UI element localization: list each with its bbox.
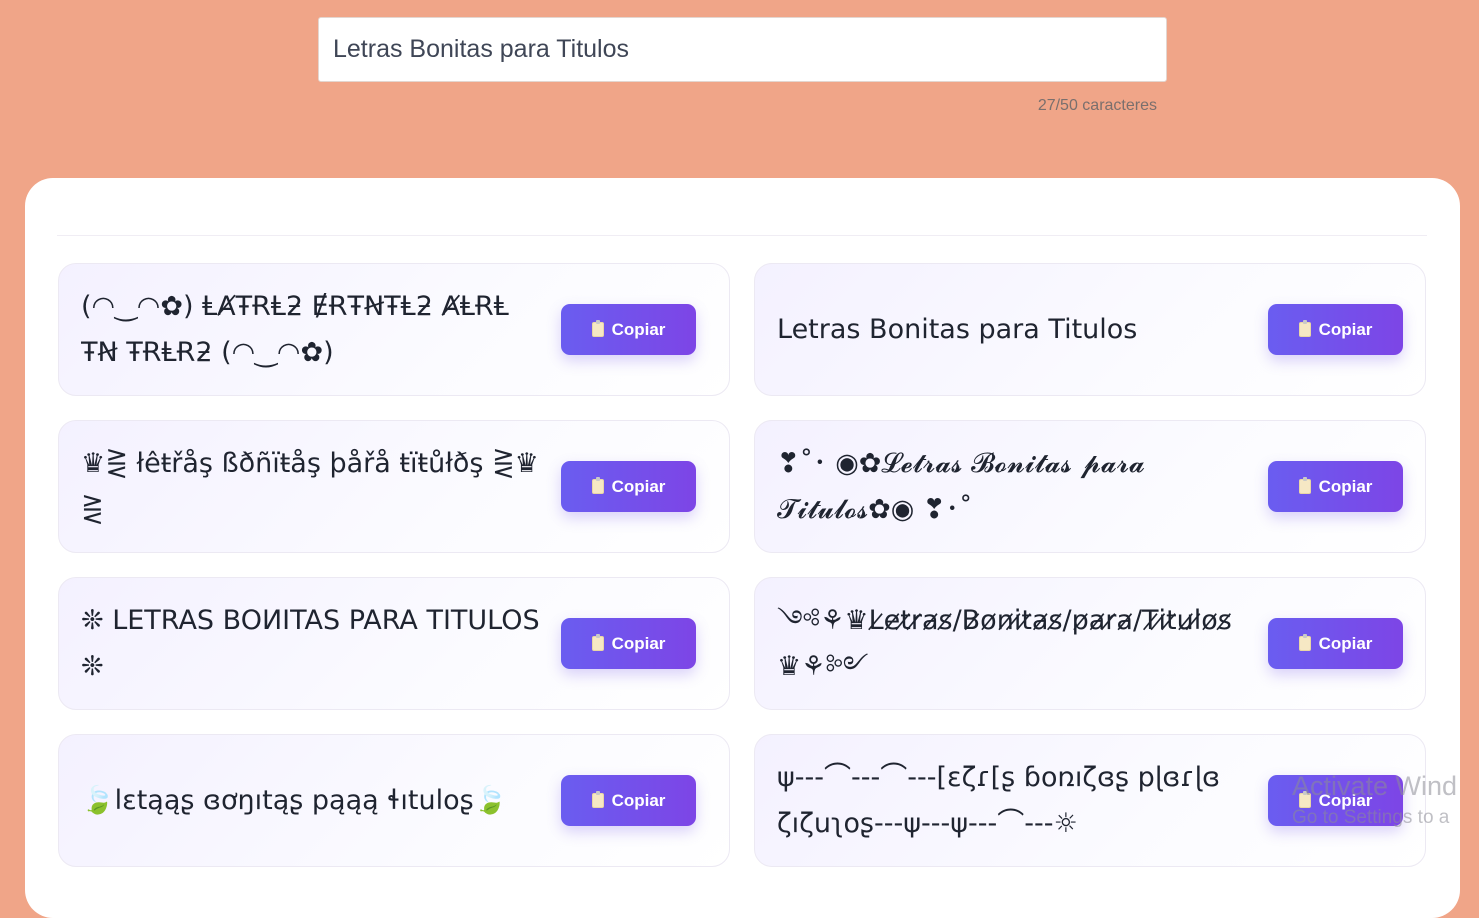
clipboard-icon (1298, 320, 1311, 337)
copy-button-label: Copiar (611, 319, 666, 339)
result-card: ❊ LETRAS BOИITAS PARA TITULOS ❊ Copiar (58, 577, 730, 710)
copy-button[interactable]: Copiar (561, 775, 696, 826)
panel-divider (57, 235, 1427, 236)
result-card: ❣˚･ ◉✿𝓛𝓮𝓽𝓻𝓪𝓼 𝓑𝓸𝓷𝓲𝓽𝓪𝓼 𝓹𝓪𝓻𝓪 𝓣𝓲𝓽𝓾𝓵𝓸𝓼✿◉ ❣･˚ … (754, 420, 1426, 553)
clipboard-icon (1298, 791, 1311, 808)
result-card: ψ---⌒---⌒---[ɛζɾ[ʂ ɓօռıζɞʂ pɭɞɾɭɞ ζıζuʅօ… (754, 734, 1426, 867)
result-card: Letras Bonitas para Titulos Copiar (754, 263, 1426, 396)
styled-text: ❣˚･ ◉✿𝓛𝓮𝓽𝓻𝓪𝓼 𝓑𝓸𝓷𝓲𝓽𝓪𝓼 𝓹𝓪𝓻𝓪 𝓣𝓲𝓽𝓾𝓵𝓸𝓼✿◉ ❣･˚ (777, 447, 1145, 525)
result-card: 🍃lɛtąąʂ ɞơŋıtąʂ pąąą ɬıtuloʂ🍃 Copiar (58, 734, 730, 867)
clipboard-icon (591, 320, 604, 337)
copy-button-label: Copiar (611, 790, 666, 810)
text-input-box[interactable] (318, 17, 1167, 82)
copy-button-label: Copiar (1318, 790, 1373, 810)
clipboard-icon (1298, 634, 1311, 651)
styled-text: ❊ LETRAS BOИITAS PARA TITULOS ❊ (81, 604, 540, 682)
styled-text: (◠‿◠✿) ⱠȺŦɌⱠƻ ɆɌŦꞤŦⱠƻ ȺⱠɌⱠ ŦꞤ ŦɌⱠɌƻ (◠‿◠… (81, 290, 509, 368)
title-text-input[interactable] (333, 18, 1166, 81)
clipboard-icon (1298, 477, 1311, 494)
clipboard-icon (591, 477, 604, 494)
copy-button[interactable]: Copiar (1268, 618, 1403, 669)
copy-button[interactable]: Copiar (561, 304, 696, 355)
copy-button-label: Copiar (1318, 476, 1373, 496)
copy-button-label: Copiar (1318, 633, 1373, 653)
copy-button[interactable]: Copiar (1268, 304, 1403, 355)
copy-button[interactable]: Copiar (561, 618, 696, 669)
clipboard-icon (591, 634, 604, 651)
copy-button-label: Copiar (1318, 319, 1373, 339)
result-card: ༺⚘♛L̷e̷t̷r̷a̷s̷/B̷o̷n̷i̷t̷a̷s̷/p̷a̷r̷a̷/… (754, 577, 1426, 710)
copy-button-label: Copiar (611, 476, 666, 496)
copy-button[interactable]: Copiar (1268, 775, 1403, 826)
clipboard-icon (591, 791, 604, 808)
copy-button-label: Copiar (611, 633, 666, 653)
character-counter: 27/50 caracteres (1037, 97, 1157, 114)
styled-text: ψ---⌒---⌒---[ɛζɾ[ʂ ɓօռıζɞʂ pɭɞɾɭɞ ζıζuʅօ… (777, 761, 1221, 839)
styled-text: ♛⋛ łêŧřåş ßðñïŧåş þåřå ŧïŧůłðş ⋛♛ ⋛ (81, 447, 539, 525)
styled-text: Letras Bonitas para Titulos (777, 313, 1138, 345)
result-card: (◠‿◠✿) ⱠȺŦɌⱠƻ ɆɌŦꞤŦⱠƻ ȺⱠɌⱠ ŦꞤ ŦɌⱠɌƻ (◠‿◠… (58, 263, 730, 396)
styled-text: ༺⚘♛L̷e̷t̷r̷a̷s̷/B̷o̷n̷i̷t̷a̷s̷/p̷a̷r̷a̷/… (777, 604, 1232, 682)
result-card: ♛⋛ łêŧřåş ßðñïŧåş þåřå ŧïŧůłðş ⋛♛ ⋛ Copi… (58, 420, 730, 553)
styled-text: 🍃lɛtąąʂ ɞơŋıtąʂ pąąą ɬıtuloʂ🍃 (81, 784, 508, 816)
copy-button[interactable]: Copiar (561, 461, 696, 512)
copy-button[interactable]: Copiar (1268, 461, 1403, 512)
